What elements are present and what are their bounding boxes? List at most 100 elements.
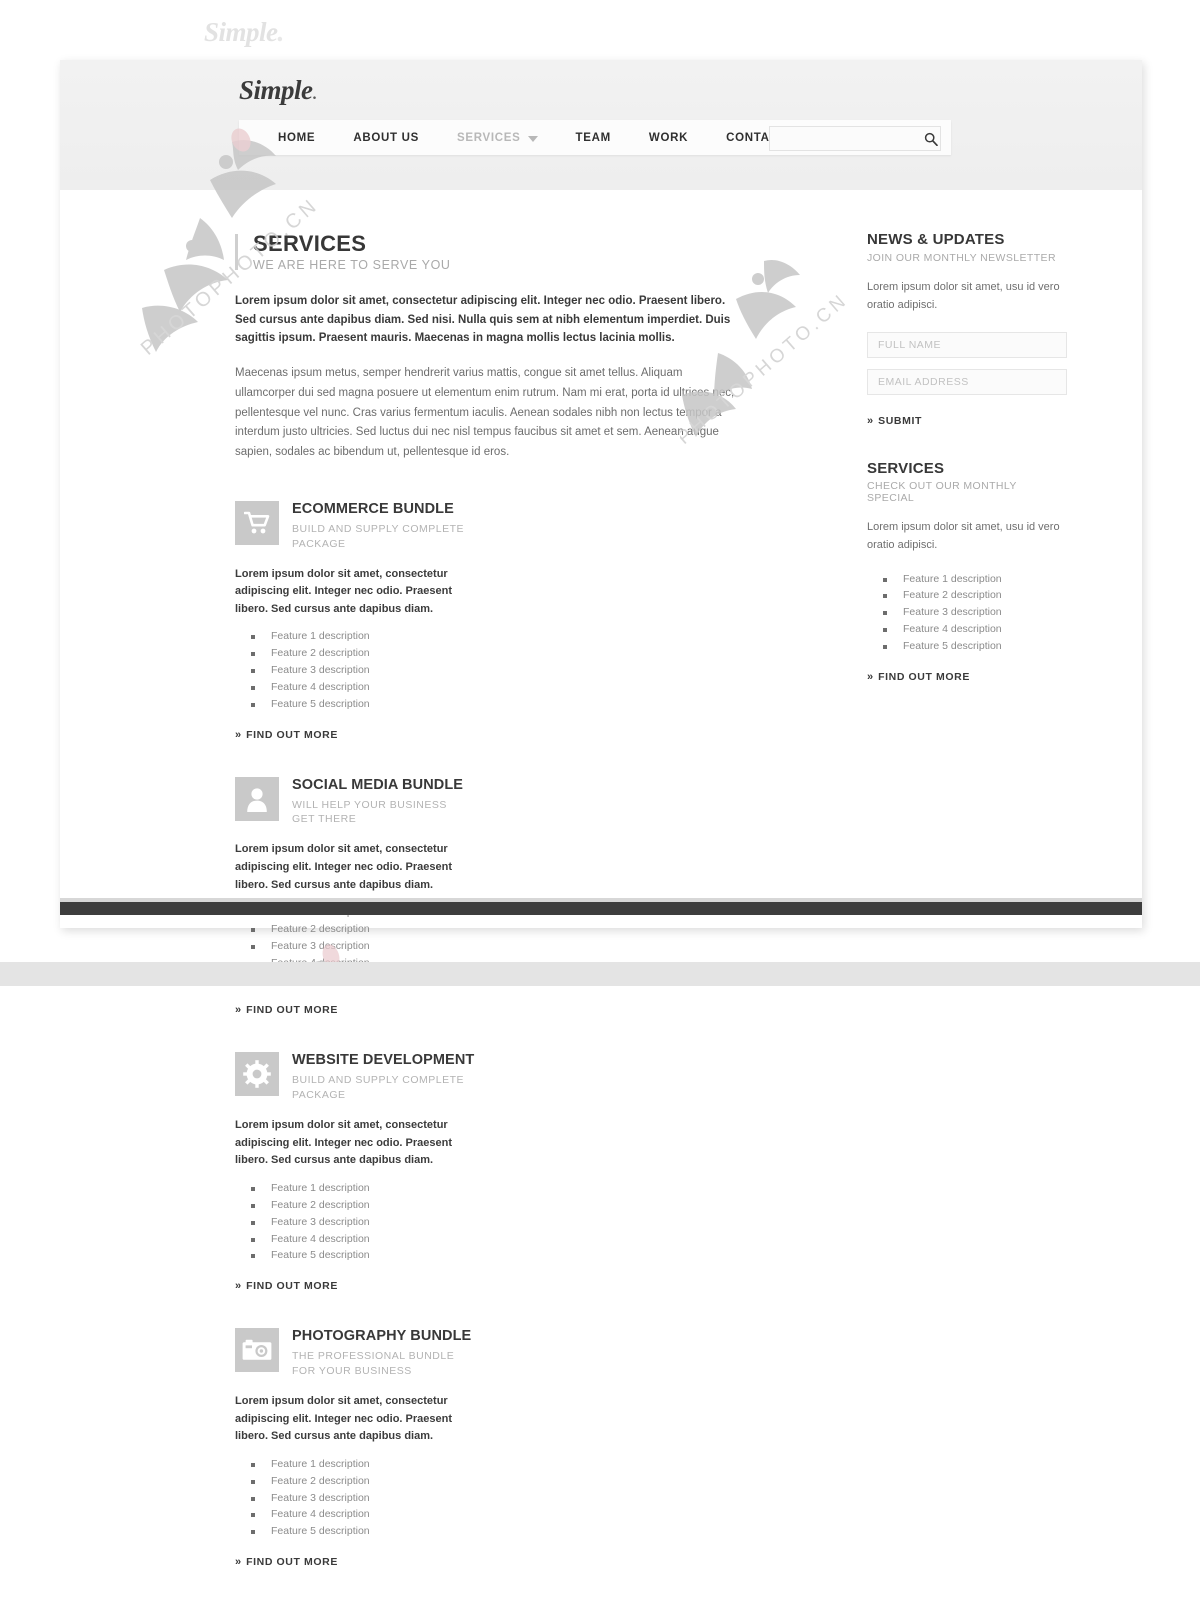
sidebar-services-features: Feature 1 description Feature 2 descript… [867,573,1067,657]
submit-label: SUBMIT [878,414,922,427]
find-out-more-link[interactable]: » FIND OUT MORE [867,671,1067,683]
sidebar-news-text: Lorem ipsum dolor sit amet, usu id vero … [867,280,1060,311]
nav-item-services-label: SERVICES [456,131,521,144]
camera-icon [235,1328,279,1373]
service-card-header: PHOTOGRAPHY BUNDLE THE PROFESSIONAL BUND… [235,1328,472,1379]
top-brand-watermark: Simple. [204,17,284,48]
list-item: Feature 2 description [883,589,1067,606]
lead-paragraph: Lorem ipsum dolor sit amet, consectetur … [235,295,731,345]
nav-item-about-us-label: ABOUT US [353,131,419,144]
nav-item-team[interactable]: TEAM [557,132,630,144]
sidebar-news-block: NEWS & UPDATES JOIN OUR MONTHLY NEWSLETT… [867,231,1067,427]
search-input[interactable] [770,127,924,150]
double-chevron-right-icon: » [235,1556,241,1569]
list-item: Feature 5 description [251,698,472,715]
service-card-title: SOCIAL MEDIA BUNDLE [292,776,464,793]
nav-item-team-label: TEAM [575,131,611,144]
body-paragraph: Maecenas ipsum metus, semper hendrerit v… [235,366,735,459]
top-brand-watermark-dot: . [277,17,285,47]
page-subtitle: WE ARE HERE TO SERVE YOU [253,258,451,273]
find-out-more-link[interactable]: » FIND OUT MORE [235,1004,472,1016]
find-out-more-label: FIND OUT MORE [878,670,970,683]
nav-item-about-us[interactable]: ABOUT US [334,132,438,144]
page-body: SERVICES WE ARE HERE TO SERVE YOU Lorem … [60,190,1142,1568]
list-item: Feature 5 description [883,640,1067,657]
nav-item-home-label: HOME [278,131,316,144]
sidebar-services-text: Lorem ipsum dolor sit amet, usu id vero … [867,521,1060,552]
full-name-field[interactable] [867,331,1067,358]
chevron-down-icon [527,135,538,142]
service-card-titles: ECOMMERCE BUNDLE BUILD AND SUPPLY COMPLE… [292,501,472,552]
service-card-header: SOCIAL MEDIA BUNDLE WILL HELP YOUR BUSIN… [235,776,472,828]
double-chevron-right-icon: » [867,414,873,427]
browser-page-card: Simple. HOME ABOUT US SERVICES TEAM WORK… [60,60,1142,1568]
list-item: Feature 4 description [251,1233,472,1250]
list-item: Feature 5 description [251,1249,472,1266]
find-out-more-label: FIND OUT MORE [246,1004,338,1017]
top-brand-watermark-text: Simple [204,17,278,47]
sidebar: NEWS & UPDATES JOIN OUR MONTHLY NEWSLETT… [867,231,1067,1604]
find-out-more-label: FIND OUT MORE [246,1280,338,1293]
footer-bar [60,898,1142,915]
list-item: Feature 1 description [251,1458,472,1475]
shopping-cart-icon [235,500,279,545]
double-chevron-right-icon: » [235,728,241,741]
service-card-ecommerce: ECOMMERCE BUNDLE BUILD AND SUPPLY COMPLE… [235,500,472,741]
list-item: Feature 2 description [251,1475,472,1492]
service-card-subtitle: BUILD AND SUPPLY COMPLETE PACKAGE [292,522,464,550]
search-box[interactable] [769,126,941,151]
nav-links: HOME ABOUT US SERVICES TEAM WORK CONTACT [239,120,805,155]
page-stage: Simple. Simple. HOME ABOUT US SERVICES T… [0,0,1200,1568]
site-logo-text: Simple [239,75,313,105]
service-card-description: Lorem ipsum dolor sit amet, consectetur … [235,1119,452,1167]
list-item: Feature 4 description [251,1508,472,1525]
nav-item-work-label: WORK [648,131,689,144]
double-chevron-right-icon: » [235,1280,241,1293]
service-card-titles: WEBSITE DEVELOPMENT BUILD AND SUPPLY COM… [292,1052,474,1103]
service-card-title: WEBSITE DEVELOPMENT [292,1052,475,1069]
site-header: Simple. HOME ABOUT US SERVICES TEAM WORK… [60,60,1142,190]
stage-bottom-band [0,962,1200,986]
nav-item-services[interactable]: SERVICES [438,132,557,144]
service-card-website-development: WEBSITE DEVELOPMENT BUILD AND SUPPLY COM… [235,1052,474,1292]
service-card-titles: SOCIAL MEDIA BUNDLE WILL HELP YOUR BUSIN… [292,777,472,828]
search-icon[interactable] [924,132,938,146]
person-icon [235,776,279,821]
sidebar-services-subtitle: CHECK OUT OUR MONTHLY SPECIAL [867,480,1017,505]
find-out-more-link[interactable]: » FIND OUT MORE [235,1280,472,1292]
site-logo[interactable]: Simple. [239,75,316,106]
service-card-description: Lorem ipsum dolor sit amet, consectetur … [235,1395,452,1443]
email-field[interactable] [867,368,1067,395]
find-out-more-label: FIND OUT MORE [246,1556,338,1569]
service-card-subtitle: BUILD AND SUPPLY COMPLETE PACKAGE [292,1074,464,1102]
sidebar-news-title: NEWS & UPDATES [867,231,1005,248]
find-out-more-link[interactable]: » FIND OUT MORE [235,729,472,741]
service-card-features: Feature 1 description Feature 2 descript… [235,1182,472,1266]
nav-item-home[interactable]: HOME [259,132,334,144]
gear-icon [235,1052,279,1097]
find-out-more-link[interactable]: » FIND OUT MORE [235,1556,472,1568]
find-out-more-label: FIND OUT MORE [246,728,338,741]
list-item: Feature 1 description [883,573,1067,590]
double-chevron-right-icon: » [867,670,873,683]
service-card-title: ECOMMERCE BUNDLE [292,500,454,517]
content-columns: SERVICES WE ARE HERE TO SERVE YOU Lorem … [235,231,1080,1604]
service-cards-grid: ECOMMERCE BUNDLE BUILD AND SUPPLY COMPLE… [235,500,780,1604]
service-card-subtitle: WILL HELP YOUR BUSINESS GET THERE [292,798,447,826]
service-card-subtitle: THE PROFESSIONAL BUNDLE FOR YOUR BUSINES… [292,1350,455,1378]
list-item: Feature 3 description [251,940,472,957]
list-item: Feature 3 description [883,606,1067,623]
nav-item-work[interactable]: WORK [630,132,707,144]
site-logo-dot: . [312,86,317,103]
sidebar-news-subtitle: JOIN OUR MONTHLY NEWSLETTER [867,251,1056,264]
list-item: Feature 1 description [251,630,472,647]
list-item: Feature 4 description [251,681,472,698]
service-card-description: Lorem ipsum dolor sit amet, consectetur … [235,567,452,615]
service-card-features: Feature 1 description Feature 2 descript… [235,1458,472,1542]
double-chevron-right-icon: » [235,1004,241,1017]
list-item: Feature 2 description [251,647,472,664]
submit-button[interactable]: » SUBMIT [867,415,1067,427]
list-item: Feature 5 description [251,1525,472,1542]
list-item: Feature 3 description [251,1216,472,1233]
list-item: Feature 3 description [251,1492,472,1509]
